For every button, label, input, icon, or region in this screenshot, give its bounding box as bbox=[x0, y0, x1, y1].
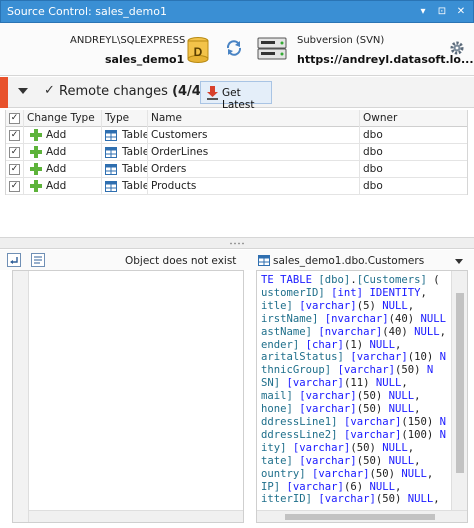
table-row[interactable]: ✓ Add Table OrderLines dbo bbox=[6, 144, 467, 161]
type-text: Table bbox=[122, 163, 148, 175]
right-object-name: sales_demo1.dbo.Customers bbox=[273, 255, 425, 267]
section-accent bbox=[0, 77, 8, 108]
object-dropdown-icon[interactable] bbox=[455, 259, 463, 264]
remote-changes-bar: ✓ Remote changes (4/4) Get Latest bbox=[0, 77, 474, 111]
type-cell: Table bbox=[102, 178, 148, 195]
header-checkbox[interactable]: ✓ bbox=[9, 113, 20, 124]
type-cell: Table bbox=[102, 127, 148, 144]
row-checkbox-cell: ✓ bbox=[6, 127, 24, 144]
change-type-text: Add bbox=[46, 163, 67, 175]
close-icon[interactable]: ✕ bbox=[453, 4, 469, 20]
repository-server-icon bbox=[257, 37, 287, 60]
database-name: sales_demo1 bbox=[105, 53, 185, 66]
column-type[interactable]: Type bbox=[102, 110, 148, 127]
pane-splitter[interactable] bbox=[0, 237, 474, 249]
column-owner[interactable]: Owner bbox=[360, 110, 467, 127]
table-row[interactable]: ✓ Add Table Customers dbo bbox=[6, 127, 467, 144]
remote-changes-title: Remote changes (4/4) bbox=[59, 84, 207, 99]
object-name-cell: Customers bbox=[148, 127, 360, 144]
svg-text:D: D bbox=[194, 45, 203, 59]
row-checkbox-cell: ✓ bbox=[6, 178, 24, 195]
object-name-cell: OrderLines bbox=[148, 144, 360, 161]
change-type-cell: Add bbox=[24, 161, 102, 178]
row-checkbox[interactable]: ✓ bbox=[9, 130, 20, 141]
type-text: Table bbox=[122, 129, 148, 141]
add-change-icon bbox=[30, 163, 42, 175]
window-titlebar: Source Control: sales_demo1 ▾ ⊡ ✕ bbox=[0, 0, 474, 23]
row-checkbox-cell: ✓ bbox=[6, 144, 24, 161]
left-horizontal-scrollbar[interactable] bbox=[29, 510, 243, 522]
table-icon bbox=[105, 164, 117, 175]
repository-url: https://andreyl.datasoft.lo... bbox=[297, 53, 474, 66]
swap-panes-icon[interactable] bbox=[7, 253, 21, 267]
table-icon bbox=[258, 255, 270, 266]
right-horizontal-scrollbar[interactable] bbox=[257, 510, 467, 522]
row-checkbox[interactable]: ✓ bbox=[9, 164, 20, 175]
column-change-type[interactable]: Change Type bbox=[24, 110, 102, 127]
row-checkbox[interactable]: ✓ bbox=[9, 181, 20, 192]
get-latest-icon bbox=[207, 86, 218, 100]
connection-header: ANDREYL\SQLEXPRESS sales_demo1 D Subvers… bbox=[0, 23, 474, 76]
type-text: Table bbox=[122, 180, 148, 192]
add-change-icon bbox=[30, 180, 42, 192]
script-view-icon[interactable] bbox=[31, 253, 45, 267]
change-type-text: Add bbox=[46, 180, 67, 192]
sync-icon[interactable] bbox=[225, 39, 243, 57]
owner-cell: dbo bbox=[363, 129, 383, 141]
change-type-cell: Add bbox=[24, 178, 102, 195]
row-checkbox-cell: ✓ bbox=[6, 161, 24, 178]
vertical-scroll-thumb[interactable] bbox=[456, 293, 464, 473]
source-control-system: Subversion (SVN) bbox=[297, 35, 385, 46]
splitter-grip[interactable] bbox=[229, 242, 245, 245]
object-name-cell: Orders bbox=[148, 161, 360, 178]
window-dropdown-icon[interactable]: ▾ bbox=[415, 4, 431, 20]
column-name[interactable]: Name bbox=[148, 110, 360, 127]
add-change-icon bbox=[30, 129, 42, 141]
change-type-text: Add bbox=[46, 146, 67, 158]
horizontal-scroll-thumb[interactable] bbox=[285, 514, 435, 520]
left-object-status: Object does not exist bbox=[125, 255, 237, 267]
left-line-gutter bbox=[13, 271, 29, 522]
change-type-cell: Add bbox=[24, 127, 102, 144]
left-script-pane[interactable] bbox=[12, 270, 244, 523]
get-latest-button[interactable]: Get Latest bbox=[200, 81, 272, 111]
get-latest-label: Get Latest bbox=[222, 87, 255, 111]
changes-table: ✓ Change Type Type Name Owner ✓ Add Tabl… bbox=[5, 110, 468, 195]
server-name: ANDREYL\SQLEXPRESS bbox=[70, 35, 186, 46]
window-title: Source Control: sales_demo1 bbox=[7, 5, 167, 18]
pin-icon[interactable]: ⊡ bbox=[434, 4, 450, 20]
table-row[interactable]: ✓ Add Table Products dbo bbox=[6, 178, 467, 195]
change-type-cell: Add bbox=[24, 144, 102, 161]
right-vertical-scrollbar[interactable] bbox=[451, 271, 467, 510]
header-checkbox-cell: ✓ bbox=[6, 110, 24, 127]
row-checkbox[interactable]: ✓ bbox=[9, 147, 20, 158]
owner-cell: dbo bbox=[363, 180, 383, 192]
right-script-pane[interactable]: TE TABLE [dbo].[Customers] ( ustomerID] … bbox=[256, 270, 468, 523]
select-all-check-icon[interactable]: ✓ bbox=[44, 83, 55, 98]
add-change-icon bbox=[30, 146, 42, 158]
remote-changes-label: Remote changes bbox=[59, 84, 168, 99]
table-icon bbox=[105, 130, 117, 141]
table-icon bbox=[105, 181, 117, 192]
change-type-text: Add bbox=[46, 129, 67, 141]
table-header: ✓ Change Type Type Name Owner bbox=[6, 110, 467, 127]
type-cell: Table bbox=[102, 144, 148, 161]
type-text: Table bbox=[122, 146, 148, 158]
sql-script-code[interactable]: TE TABLE [dbo].[Customers] ( ustomerID] … bbox=[261, 274, 447, 510]
table-icon bbox=[105, 147, 117, 158]
table-row[interactable]: ✓ Add Table Orders dbo bbox=[6, 161, 467, 178]
gear-icon[interactable] bbox=[449, 40, 465, 56]
owner-cell: dbo bbox=[363, 163, 383, 175]
compare-toolbar: Object does not exist sales_demo1.dbo.Cu… bbox=[0, 250, 474, 270]
type-cell: Table bbox=[102, 161, 148, 178]
owner-cell: dbo bbox=[363, 146, 383, 158]
object-name-cell: Products bbox=[148, 178, 360, 195]
database-icon: D bbox=[187, 37, 209, 63]
collapse-arrow-icon[interactable] bbox=[18, 88, 28, 94]
